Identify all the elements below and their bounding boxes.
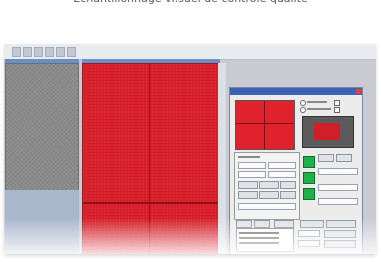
toolbar-button-icon[interactable] xyxy=(56,47,65,57)
parameter-field[interactable] xyxy=(238,162,266,169)
sample-preview xyxy=(235,100,295,150)
gray-sample-image xyxy=(5,63,79,192)
status-indicator-icon xyxy=(303,188,315,200)
action-button[interactable] xyxy=(280,191,296,199)
parameter-field[interactable] xyxy=(238,171,266,178)
preview-divider-horizontal xyxy=(236,123,294,124)
value-slider[interactable] xyxy=(238,203,296,210)
action-button[interactable] xyxy=(238,191,258,199)
toolbar-button-icon[interactable] xyxy=(12,47,21,57)
toolbar-button-icon[interactable] xyxy=(23,47,32,57)
option-checkbox[interactable] xyxy=(334,100,340,106)
preview-divider-vertical xyxy=(264,101,265,149)
region-thumbnail xyxy=(302,116,354,148)
settings-group xyxy=(234,152,300,220)
action-button[interactable] xyxy=(238,181,258,189)
option-label xyxy=(307,108,331,110)
status-indicator-icon xyxy=(303,172,315,184)
parameter-field[interactable] xyxy=(318,198,358,205)
option-radio[interactable] xyxy=(300,100,306,106)
region-selection xyxy=(314,123,340,140)
option-checkbox[interactable] xyxy=(334,107,340,113)
dialog-titlebar[interactable] xyxy=(230,88,362,95)
screenshot-photo xyxy=(4,44,376,254)
action-button[interactable] xyxy=(318,154,334,162)
toolbar-button-icon[interactable] xyxy=(45,47,54,57)
option-label xyxy=(307,101,327,103)
parameter-field[interactable] xyxy=(268,162,296,169)
toolbar-button-icon[interactable] xyxy=(67,47,76,57)
parameter-field[interactable] xyxy=(318,168,358,175)
option-radio[interactable] xyxy=(300,107,306,113)
action-button[interactable] xyxy=(280,181,296,189)
toolbar-button-icon[interactable] xyxy=(34,47,43,57)
figure-caption: Echantillonnage vi.suel de contrôle qual… xyxy=(0,0,381,10)
close-icon[interactable] xyxy=(356,89,361,94)
app-toolbar xyxy=(4,44,376,60)
action-button[interactable] xyxy=(336,154,352,162)
group-label xyxy=(238,156,260,158)
photo-fade-overlay xyxy=(4,218,376,254)
grid-divider-horizontal xyxy=(83,202,219,204)
parameter-field[interactable] xyxy=(318,184,358,191)
action-button[interactable] xyxy=(259,191,279,199)
parameter-field[interactable] xyxy=(268,171,296,178)
status-indicator-icon xyxy=(303,156,315,168)
action-button[interactable] xyxy=(259,181,279,189)
